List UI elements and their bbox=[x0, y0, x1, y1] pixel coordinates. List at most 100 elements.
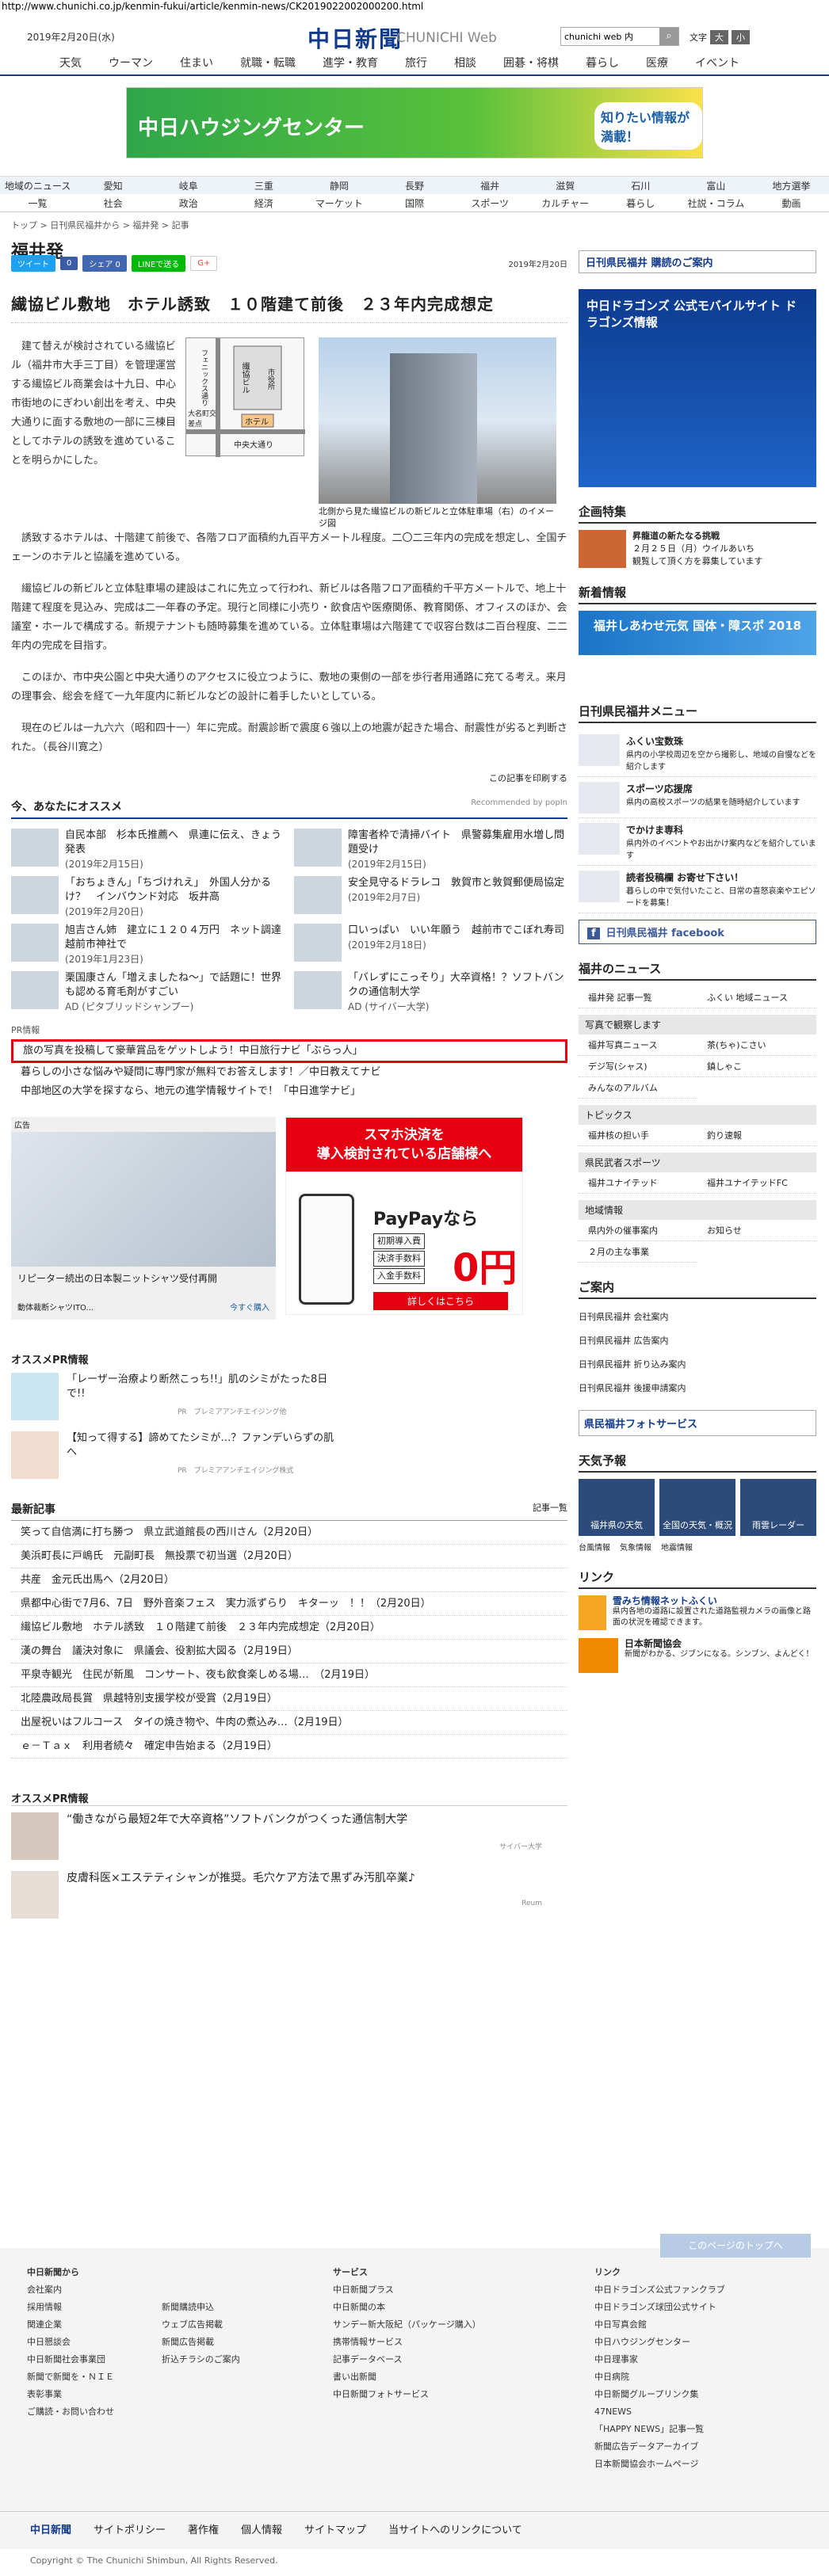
latest-item[interactable]: 出屋祝いはフルコース タイの焼き物や、牛肉の煮込み…（2月19日） bbox=[11, 1711, 567, 1735]
gnav-item[interactable]: 旅行 bbox=[392, 54, 441, 74]
tweet-button[interactable]: ツイート bbox=[11, 254, 55, 272]
search-icon[interactable]: ⌕ bbox=[659, 28, 678, 45]
footer-link[interactable]: 表彰事業 bbox=[27, 2386, 114, 2403]
region-item[interactable]: 富山 bbox=[678, 179, 754, 192]
osusume-pr2-item[interactable]: “働きながら最短2年で大卒資格”ソフトバンクがつくった通信制大学 サイバー大学 bbox=[11, 1812, 567, 1871]
latest-item[interactable]: ｅ－Ｔａｘ 利用者続々 確定申告始まる（2月19日） bbox=[11, 1735, 567, 1759]
font-large-button[interactable]: 大 bbox=[710, 30, 728, 44]
weather-tile[interactable]: 雨雲レーダー bbox=[740, 1479, 816, 1536]
footer-link[interactable]: 中日新聞社会事業団 bbox=[27, 2351, 114, 2368]
footer-link[interactable]: 中日新聞フォトサービス bbox=[333, 2386, 481, 2403]
latest-item[interactable]: 平泉寺観光 住民が新風 コンサート、夜も飲食楽しめる場… （2月19日） bbox=[11, 1663, 567, 1687]
recommend-item[interactable]: 旭吉さん姉 建立に１２０４万円 ネット調達 越前市神社で (2019年1月23日) bbox=[11, 924, 292, 965]
chiiki-link[interactable]: お知らせ bbox=[697, 1220, 816, 1241]
footer-link[interactable]: 新聞広告データアーカイブ bbox=[594, 2438, 725, 2456]
weather-link[interactable]: 地震情報 bbox=[661, 1541, 693, 1553]
menu-item[interactable]: 読者投稿欄 お寄せ下さい！ 暮らしの中で気付いたこと、日常の喜怒哀楽やエピソードを… bbox=[579, 866, 816, 913]
paypay-ad[interactable]: スマホ決済を 導入検討されている店舗様へ PayPayなら 初期導入費 決済手数料… bbox=[285, 1117, 523, 1315]
fnews-link[interactable]: 福井発 記事一覧 bbox=[579, 987, 697, 1008]
footer-link[interactable]: 書い出新聞 bbox=[333, 2368, 481, 2386]
footer-link[interactable]: 中日ドラゴンズ公式ファンクラブ bbox=[594, 2281, 725, 2299]
footer-link[interactable]: 中日新聞プラス bbox=[333, 2281, 481, 2299]
breadcrumb[interactable]: トップ > 日刊県民福井から > 福井発 > 記事 bbox=[0, 212, 829, 238]
font-small-button[interactable]: 小 bbox=[732, 30, 750, 44]
sports-link[interactable]: 福井ユナイテッド bbox=[579, 1172, 697, 1194]
paypay-cta[interactable]: 詳しくはこちら bbox=[373, 1292, 508, 1310]
back-to-top-button[interactable]: このページのトップへ bbox=[660, 2234, 811, 2258]
footer-link[interactable]: 折込チラシのご案内 bbox=[162, 2351, 240, 2368]
link-item[interactable]: 日本新聞協会 新聞がわかる、ジブンになる。シンブン、よんどく！ bbox=[579, 1638, 816, 1673]
category-item[interactable]: カルチャー bbox=[528, 196, 603, 210]
recommend-item[interactable]: 安全見守るドラレコ 敦賀市と敦賀郵便局協定 (2019年2月7日) bbox=[294, 876, 567, 917]
recommend-item[interactable]: 栗国康さん「増えましたね～」で話題に！世界も認める育毛剤がすごい AD (ピタブリ… bbox=[11, 971, 285, 1012]
shashin-link[interactable]: 茶(ちゃ)こさい bbox=[697, 1035, 816, 1056]
annai-link[interactable]: 日刊県民福井 広告案内 bbox=[579, 1329, 816, 1353]
osusume-pr2-item[interactable]: 皮膚科医×エステティシャンが推奨。毛穴ケア方法で黒ずみ汚肌卒業♪ Reum bbox=[11, 1871, 567, 1930]
footer-bar-link[interactable]: サイトポリシー bbox=[94, 2521, 166, 2536]
footer-link[interactable]: 新聞で新聞を・ＮＩＥ bbox=[27, 2368, 114, 2386]
footer-link[interactable]: ご購読・お問い合わせ bbox=[27, 2403, 114, 2421]
gnav-item[interactable]: 住まい bbox=[166, 54, 227, 74]
menu-item[interactable]: でかけま専科 県内外のイベントやお出かけ案内などを紹介しています bbox=[579, 818, 816, 866]
shashin-link[interactable]: 福井写真ニュース bbox=[579, 1035, 697, 1056]
footer-link[interactable]: ウェブ広告掲載 bbox=[162, 2316, 240, 2334]
gnav-item[interactable]: 天気 bbox=[46, 54, 95, 74]
recommend-item[interactable]: 口いっぱい いい年願う 越前市でこぼれ寿司 (2019年2月18日) bbox=[294, 924, 567, 965]
search-input[interactable] bbox=[561, 28, 659, 45]
shashin-link[interactable]: デジ写(シャス) bbox=[579, 1056, 697, 1077]
footer-link[interactable]: 携帯情報サービス bbox=[333, 2334, 481, 2351]
region-item[interactable]: 静岡 bbox=[301, 179, 376, 192]
category-item[interactable]: 社説・コラム bbox=[678, 196, 754, 210]
category-item[interactable]: 国際 bbox=[376, 196, 452, 210]
gnav-item[interactable]: 囲碁・将棋 bbox=[490, 54, 572, 74]
shashin-link[interactable]: 鎮しゃこ bbox=[697, 1056, 816, 1077]
footer-bar-link[interactable]: 当サイトへのリンクについて bbox=[388, 2521, 522, 2536]
topics-link[interactable]: 釣り速報 bbox=[697, 1125, 816, 1146]
latest-item[interactable]: 漢の舞台 議決対象に 県議会、役割拡大図る（2月19日） bbox=[11, 1640, 567, 1663]
dragons-banner[interactable]: 中日ドラゴンズ 公式モバイルサイト ドラゴンズ情報 bbox=[579, 289, 816, 487]
gnav-item[interactable]: 暮らし bbox=[572, 54, 632, 74]
ad-cta[interactable]: 今すぐ購入 bbox=[230, 1301, 269, 1313]
recommend-item[interactable]: 自民本部 杉本氏推薦へ 県連に伝え、きょう発表 (2019年2月15日) bbox=[11, 829, 285, 870]
pr-link[interactable]: 中部地区の大学を探すなら、地元の進学情報サイトで！「中日進学ナビ」 bbox=[11, 1082, 567, 1101]
facebook-share-button[interactable]: シェア 0 bbox=[82, 254, 127, 272]
category-item[interactable]: スポーツ bbox=[453, 196, 528, 210]
menu-item[interactable]: ふくい宝数珠 県内の小学校周辺を空から撮影し、地域の自慢などを紹介します bbox=[579, 730, 816, 777]
print-link[interactable]: この記事を印刷する bbox=[11, 772, 567, 784]
menu-item[interactable]: スポーツ応援席 県内の高校スポーツの結果を随時紹介しています bbox=[579, 777, 816, 818]
recommend-item[interactable]: 「バレずにこっそり」大卒資格！？ソフトバンクの通信制大学 AD (サイバー大学) bbox=[294, 971, 567, 1012]
fnews-link[interactable]: ふくい 地域ニュース bbox=[697, 987, 816, 1008]
latest-item[interactable]: 繊協ビル敷地 ホテル誘致 １０階建て前後 ２３年内完成想定（2月20日） bbox=[11, 1616, 567, 1640]
footer-bar-link[interactable]: 個人情報 bbox=[241, 2521, 282, 2536]
footer-bar-link[interactable]: サイトマップ bbox=[304, 2521, 366, 2536]
weather-tile[interactable]: 全国の天気・概況 bbox=[659, 1479, 735, 1536]
footer-link[interactable]: 日本新聞協会ホームページ bbox=[594, 2456, 725, 2473]
recommend-item[interactable]: 障害者枠で清掃バイト 県警募集雇用水増し問題受け (2019年2月15日) bbox=[294, 829, 567, 870]
category-item[interactable]: マーケット bbox=[301, 196, 376, 210]
latest-item[interactable]: 美浜町長に戸嶋氏 元副町長 無投票で初当選（2月20日） bbox=[11, 1545, 567, 1568]
sports-link[interactable]: 福井ユナイテッドFC bbox=[697, 1172, 816, 1194]
kenmin-subscribe-link[interactable]: 日刊県民福井 購読のご案内 bbox=[579, 250, 816, 273]
link-item[interactable]: 雪みち情報ネットふくい 県内各地の道路に設置された道路監視カメラの画像と路面の状況… bbox=[579, 1595, 816, 1630]
footer-link[interactable]: 新聞購読申込 bbox=[162, 2299, 240, 2316]
gnav-item[interactable]: イベント bbox=[682, 54, 753, 74]
footer-link[interactable]: 中日病院 bbox=[594, 2368, 725, 2386]
gnav-item[interactable]: ウーマン bbox=[95, 54, 166, 74]
region-item[interactable]: 福井 bbox=[453, 179, 528, 192]
kikaku-title[interactable]: 昇龍道の新たなる挑戦 bbox=[632, 530, 762, 543]
footer-link[interactable]: 中日ドラゴンズ球団公式サイト bbox=[594, 2299, 725, 2316]
gnav-item[interactable]: 就職・転職 bbox=[227, 54, 309, 74]
footer-link[interactable]: 新聞広告掲載 bbox=[162, 2334, 240, 2351]
gnav-item[interactable]: 相談 bbox=[441, 54, 490, 74]
osusume-pr-item[interactable]: 「レーザー治療より断然こっち!!」肌のシミがたった8日で!! PR プレミアアンチ… bbox=[11, 1373, 567, 1431]
recommend-item[interactable]: 「おちょきん」「ちづけれえ」 外国人分かるけ？ インバウンド対応 坂井高 (201… bbox=[11, 876, 285, 917]
footer-link[interactable]: 「HAPPY NEWS」記事一覧 bbox=[594, 2421, 725, 2438]
footer-link[interactable]: 中日懇談会 bbox=[27, 2334, 114, 2351]
latest-item[interactable]: 共産 金元氏出馬へ（2月20日） bbox=[11, 1568, 567, 1592]
footer-link[interactable]: 中日理事家 bbox=[594, 2351, 725, 2368]
category-item[interactable]: 一覧 bbox=[0, 196, 75, 210]
gplus-button[interactable]: G+ bbox=[190, 255, 218, 271]
category-item[interactable]: 暮らし bbox=[603, 196, 678, 210]
latest-item[interactable]: 北陸農政局長賞 県越特別支援学校が受賞（2月19日） bbox=[11, 1687, 567, 1711]
region-item[interactable]: 滋賀 bbox=[528, 179, 603, 192]
